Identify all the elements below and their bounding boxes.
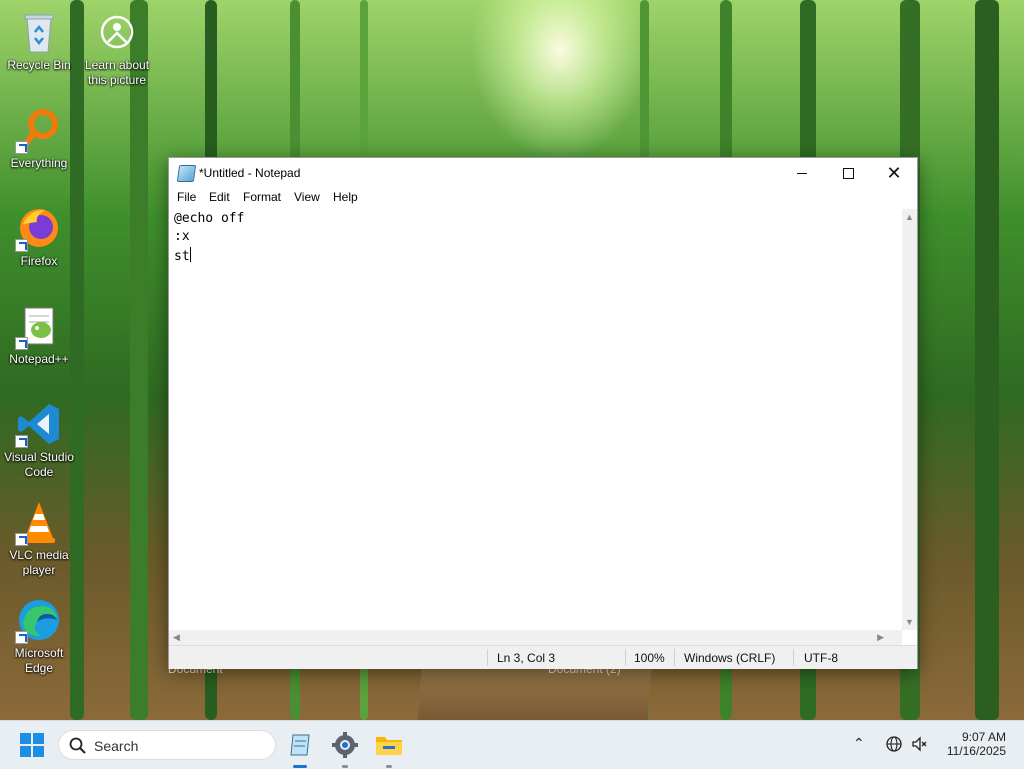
everything-search-icon: [15, 106, 63, 154]
vlc-icon: [15, 498, 63, 546]
taskbar-file-explorer-button[interactable]: [373, 729, 405, 768]
status-zoom: 100%: [634, 651, 665, 665]
firefox-icon: [15, 204, 63, 252]
title-bar[interactable]: *Untitled - Notepad ✕: [169, 158, 917, 188]
scroll-left-arrow-icon[interactable]: ◀: [173, 632, 180, 643]
clock-date: 11/16/2025: [946, 744, 1006, 758]
search-label: Search: [94, 738, 139, 754]
window-title: *Untitled - Notepad: [199, 166, 301, 180]
taskbar-settings-button[interactable]: [329, 729, 361, 768]
status-line-ending: Windows (CRLF): [684, 651, 776, 665]
start-button[interactable]: [16, 729, 48, 761]
bamboo-stalk: [130, 0, 148, 720]
search-icon: [69, 737, 86, 754]
system-clock[interactable]: 9:07 AM 11/16/2025: [942, 730, 1006, 758]
bamboo-stalk: [975, 0, 999, 720]
shortcut-arrow-icon: [15, 337, 28, 350]
shortcut-arrow-icon: [15, 141, 28, 154]
desktop-icon-recycle-bin[interactable]: Recycle Bin: [0, 8, 78, 73]
desktop-icon-label: Visual Studio Code: [4, 450, 74, 479]
desktop-icon-everything[interactable]: Everything: [0, 106, 78, 171]
desktop-icon-edge[interactable]: Microsoft Edge: [0, 596, 78, 676]
vscode-icon: [15, 400, 63, 448]
taskbar-notepad-button[interactable]: [284, 729, 316, 768]
editor-line-3-text: st: [174, 249, 190, 264]
editor-line-3: st: [174, 247, 191, 264]
horizontal-scrollbar[interactable]: ◀ ▶: [169, 630, 902, 645]
status-bar: Ln 3, Col 3 100% Windows (CRLF) UTF-8: [169, 645, 917, 669]
desktop-icon-label: Learn about this picture: [84, 58, 150, 87]
recycle-bin-icon: [15, 8, 63, 56]
desktop-icon-vlc[interactable]: VLC media player: [0, 498, 78, 578]
scroll-down-arrow-icon[interactable]: ▼: [905, 617, 914, 627]
settings-gear-icon: [332, 732, 358, 758]
file-explorer-icon: [376, 737, 402, 755]
menu-format[interactable]: Format: [243, 190, 281, 204]
close-button[interactable]: ✕: [871, 158, 917, 188]
desktop-icon-label: Firefox: [20, 254, 58, 268]
menu-edit[interactable]: Edit: [209, 190, 230, 204]
maximize-button[interactable]: [825, 158, 871, 188]
scroll-right-arrow-icon[interactable]: ▶: [877, 632, 884, 643]
notepad-icon: [290, 734, 310, 756]
menu-view[interactable]: View: [294, 190, 320, 204]
desktop-icon-label: Recycle Bin: [7, 58, 71, 72]
vertical-scrollbar[interactable]: ▲ ▼: [902, 209, 917, 630]
clock-time: 9:07 AM: [961, 730, 1006, 744]
status-separator: [625, 649, 626, 666]
show-hidden-icons-chevron-icon[interactable]: ⌃: [853, 735, 865, 752]
desktop-icon-label: Notepad++: [9, 352, 69, 366]
desktop-icon-notepad-plus-plus[interactable]: Notepad++: [0, 302, 78, 367]
volume-muted-icon[interactable]: [910, 735, 928, 758]
desktop-icon-vscode[interactable]: Visual Studio Code: [0, 400, 78, 480]
taskbar-search-box[interactable]: Search: [58, 730, 276, 760]
minimize-icon: [797, 172, 807, 174]
menu-help[interactable]: Help: [333, 190, 358, 204]
status-separator: [793, 649, 794, 666]
notepad-plus-plus-icon: [15, 302, 63, 350]
status-cursor-position: Ln 3, Col 3: [497, 651, 556, 665]
desktop-icon-label: VLC media player: [9, 548, 69, 577]
status-encoding: UTF-8: [804, 651, 838, 665]
status-separator: [674, 649, 675, 666]
scroll-up-arrow-icon[interactable]: ▲: [905, 212, 914, 222]
notepad-window[interactable]: *Untitled - Notepad ✕ File Edit Format V…: [168, 157, 918, 669]
shortcut-arrow-icon: [15, 239, 28, 252]
maximize-icon: [842, 167, 854, 179]
shortcut-arrow-icon: [15, 533, 28, 546]
menu-file[interactable]: File: [177, 190, 196, 204]
text-caret: [189, 247, 191, 262]
taskbar: Search ⌃ 9:07 AM 11/16/2025: [0, 720, 1024, 769]
shortcut-arrow-icon: [15, 631, 28, 644]
status-separator: [487, 649, 488, 666]
menu-bar: File Edit Format View Help: [169, 188, 917, 208]
text-editor-area[interactable]: @echo off :x st: [169, 209, 902, 630]
notepad-app-icon: [176, 165, 197, 182]
editor-line-1: @echo off: [174, 211, 245, 226]
editor-line-2: :x: [174, 229, 190, 244]
windows-start-icon: [20, 733, 44, 757]
wallpaper-sunlight: [470, 0, 650, 160]
learn-picture-icon: [93, 8, 141, 56]
minimize-button[interactable]: [779, 158, 825, 188]
close-icon: ✕: [886, 163, 902, 183]
desktop-icon-learn-picture[interactable]: Learn about this picture: [78, 8, 156, 88]
desktop-icon-label: Everything: [10, 156, 68, 170]
desktop-icon-firefox[interactable]: Firefox: [0, 204, 78, 269]
shortcut-arrow-icon: [15, 435, 28, 448]
network-globe-icon[interactable]: [885, 735, 903, 758]
edge-icon: [15, 596, 63, 644]
desktop-icon-label: Microsoft Edge: [14, 646, 64, 675]
